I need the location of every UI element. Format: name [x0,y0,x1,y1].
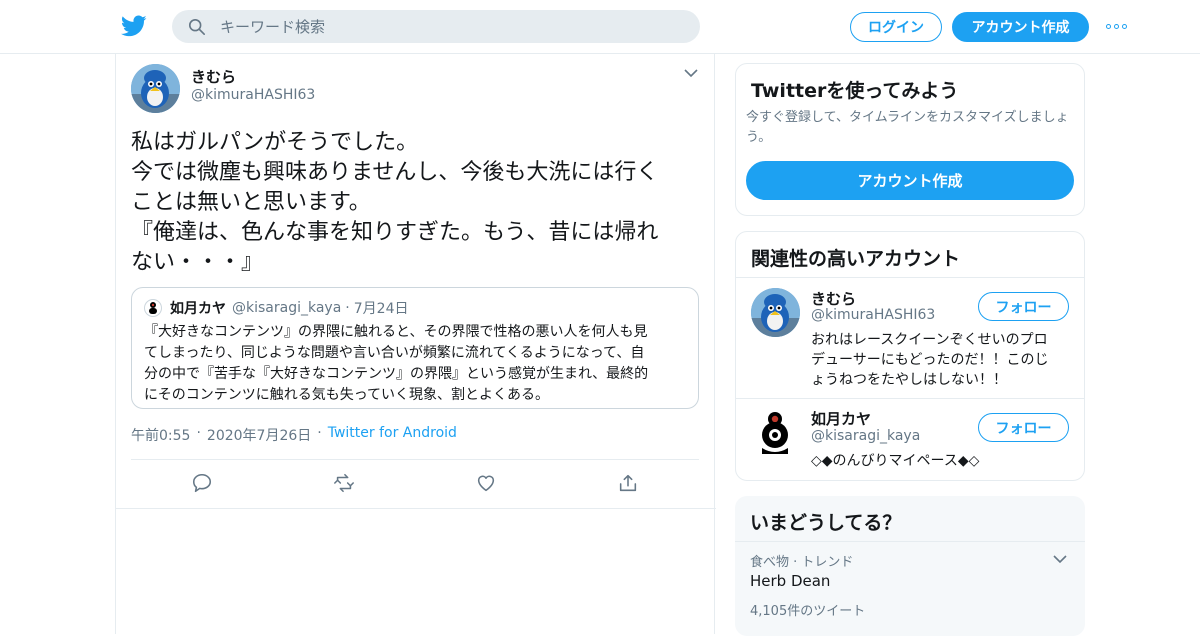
blue-bird-mascot-icon [131,64,180,113]
login-button[interactable]: ログイン [850,12,942,42]
separator-dot: · [317,425,322,441]
signup-card: Twitterを使ってみよう 今すぐ登録して、タイムラインをカスタマイズしましょ… [735,63,1085,216]
signup-card-title: Twitterを使ってみよう [751,80,959,102]
bio-line: ◇◆のんびりマイペース◆◇ [811,453,980,469]
bio-line: おれはレースクイーンぞくせいのプロ [811,332,1048,348]
related-account-bio: ◇◆のんびりマイペース◆◇ [811,451,979,471]
retweet-icon[interactable] [333,472,355,494]
signup-card-subtitle-line: 今すぐ登録して、タイムラインをカスタマイズしましょ [746,110,1069,125]
quoted-author-handle: @kisaragi_kaya [232,300,342,316]
quoted-text-line: 分の中で『苦手な『大好きなコンテンツ』の界隈』という感覚が生まれ、最終的 [144,366,649,382]
signup-card-subtitle-line: う。 [746,130,772,145]
quoted-tweet-text: 『大好きなコンテンツ』の界隈に触れると、その界隈で性格の悪い人を何人も見 てしま… [144,322,688,406]
signup-button[interactable]: アカウント作成 [952,12,1089,42]
author-handle[interactable]: @kimuraHASHI63 [191,87,315,103]
related-accounts-card: 関連性の高いアカウント きむら @kimuraHASHI63 フォロー おれはレ… [735,231,1085,481]
divider [116,508,716,509]
share-icon[interactable] [617,472,639,494]
divider [131,459,699,460]
search-input[interactable] [220,17,680,36]
chevron-down-icon[interactable] [1053,554,1067,564]
divider [736,277,1084,278]
related-account-name[interactable]: 如月カヤ [811,408,871,429]
reply-icon[interactable] [191,472,213,494]
quoted-text-line: にそのコンテンツに触れる気も失っていく現象、割とよくある。 [144,387,550,403]
trends-title: いまどうしてる？ [750,512,902,534]
twitter-logo-icon[interactable] [120,13,148,39]
tweet-time[interactable]: 午前0:55 [131,425,190,445]
tweet-text-line: ことは無いと思います。 [131,190,371,215]
quoted-tweet-date: 7月24日 [353,301,409,317]
blue-bird-mascot-icon [751,288,800,337]
trend-name: Herb Dean [750,572,831,590]
quoted-tweet[interactable]: 如月カヤ @kisaragi_kaya · 7月24日 『大好きなコンテンツ』の… [131,287,699,409]
tweet-text-line: ない・・・』 [131,250,264,275]
trend-tweet-count: 4,105件のツイート [750,604,866,619]
quoted-author-name: 如月カヤ [170,301,226,317]
tweet-actions [116,468,716,500]
related-account-name[interactable]: きむら [811,288,856,309]
separator-dot: · [345,300,350,316]
signup-card-subtitle: 今すぐ登録して、タイムラインをカスタマイズしましょ う。 [746,108,1076,148]
silhouette-icon [762,412,788,454]
more-options-icon[interactable] [1106,21,1130,31]
quoted-text-line: てしまったり、同じような問題や言い合いが頻繁に流れてくるようになって、自 [144,345,645,361]
author-avatar[interactable] [131,64,180,113]
silhouette-icon [149,302,157,314]
like-heart-icon[interactable] [475,472,497,494]
trends-card: いまどうしてる？ 食べ物 · トレンド Herb Dean 4,105件のツイー… [735,496,1085,636]
separator-dot: · [196,425,201,441]
related-account-bio: おれはレースクイーンぞくせいのプロ デューサーにもどったのだ！！このじ ょうねつ… [811,330,1048,390]
tweet-text-line: 今では微塵も興味ありませんし、今後も大洗には行く [131,160,659,185]
tweet-text-line: 私はガルパンがそうでした。 [131,130,419,155]
quoted-text-line: 『大好きなコンテンツ』の界隈に触れると、その界隈で性格の悪い人を何人も見 [144,324,648,340]
tweet-metadata: 午前0:55 · 2020年7月26日 · Twitter for Androi… [131,425,457,445]
quoted-tweet-header: 如月カヤ @kisaragi_kaya · 7月24日 [144,298,408,318]
related-accounts-title: 関連性の高いアカウント [751,248,961,270]
follow-button[interactable]: フォロー [978,413,1069,442]
tweet-text-line: 『俺達は、色んな事を知りすぎた。もう、昔には帰れ [131,220,659,245]
top-navigation-bar: ログイン アカウント作成 [0,0,1200,54]
search-box[interactable] [172,10,700,43]
tweet-source-link[interactable]: Twitter for Android [328,425,457,445]
tweet-column: きむら @kimuraHASHI63 私はガルパンがそうでした。 今では微塵も興… [115,54,716,634]
follow-button[interactable]: フォロー [978,292,1069,321]
tweet-date[interactable]: 2020年7月26日 [207,425,311,445]
chevron-down-icon[interactable] [684,68,698,78]
tweet-text: 私はガルパンがそうでした。 今では微塵も興味ありませんし、今後も大洗には行く こ… [131,128,701,278]
signup-card-button[interactable]: アカウント作成 [746,161,1074,200]
trend-context: 食べ物 · トレンド [750,555,854,570]
bio-line: ょうねつをたやしはしない！！ [811,372,1007,388]
divider [736,398,1084,399]
bio-line: デューサーにもどったのだ！！このじ [811,352,1049,368]
trend-item[interactable]: 食べ物 · トレンド Herb Dean 4,105件のツイート [735,542,1085,626]
quoted-author-avatar [144,299,162,317]
related-account-handle[interactable]: @kimuraHASHI63 [811,307,935,323]
search-icon [188,18,206,35]
related-account-avatar[interactable] [751,288,800,337]
related-account-avatar[interactable] [751,408,800,457]
author-name[interactable]: きむら [191,66,236,87]
related-account-handle[interactable]: @kisaragi_kaya [811,428,920,444]
